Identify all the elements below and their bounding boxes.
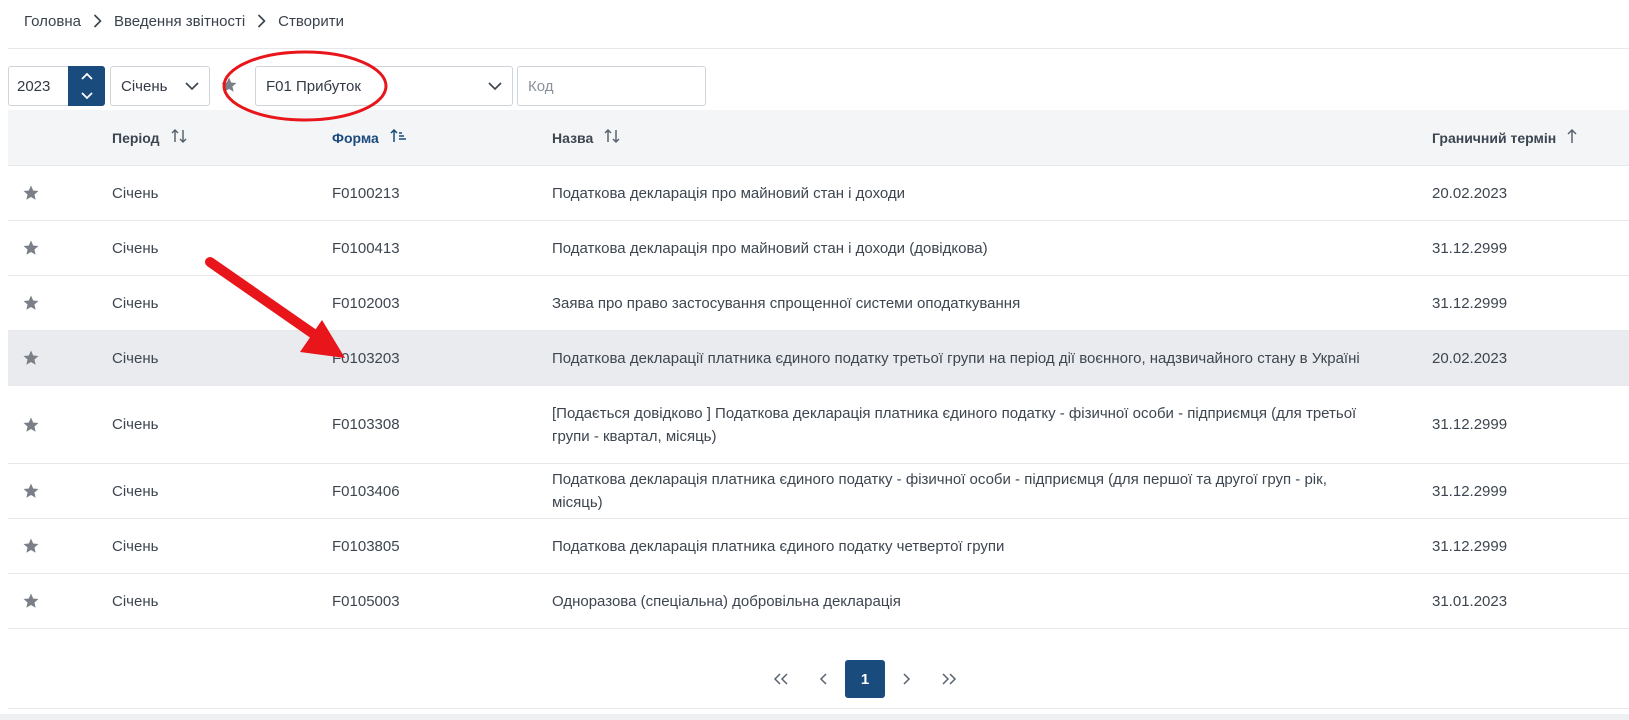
column-header-deadline[interactable]: Граничний термін [1432,110,1578,165]
divider [8,708,1629,709]
star-icon[interactable] [22,519,40,573]
month-value: Січень [121,77,168,95]
star-icon[interactable] [22,331,40,385]
cell-deadline: 31.01.2023 [1432,592,1508,610]
form-value: F01 Прибуток [266,77,361,95]
cell-form[interactable]: F0105003 [332,574,400,628]
cell-deadline: 31.12.2999 [1432,482,1508,500]
cell-name[interactable]: Податкова декларації платника єдиного по… [552,331,1372,385]
table-row[interactable]: Січень F0103308 [Подається довідково ] П… [8,386,1629,464]
cell-period: Січень [112,294,159,312]
double-chevron-right-icon[interactable] [929,660,969,698]
table-row[interactable]: Січень F0100413 Податкова декларація про… [8,221,1629,276]
column-label: Назва [552,129,594,146]
cell-form[interactable]: F0103805 [332,519,400,573]
chevron-down-icon [185,78,199,95]
chevron-down-icon[interactable] [80,87,93,105]
chevron-down-icon [488,78,502,95]
column-label: Граничний термін [1432,129,1557,146]
code-input[interactable] [517,66,706,106]
cell-name[interactable]: Податкова декларація про майновий стан і… [552,166,1372,220]
table-row[interactable]: Січень F0103805 Податкова декларація пла… [8,519,1629,574]
cell-name[interactable]: Заява про право застосування спрощенної … [552,276,1372,330]
cell-deadline: 31.12.2999 [1432,537,1508,555]
table-header: Період Форма Назва Граничний термін [8,110,1629,166]
year-stepper[interactable] [68,66,105,106]
forms-table: Період Форма Назва Граничний термін Січе… [8,110,1629,629]
cell-name[interactable]: Податкова декларація про майновий стан і… [552,221,1372,275]
chevron-left-icon[interactable] [803,660,843,698]
cell-period: Січень [112,239,159,257]
column-header-period[interactable]: Період [112,110,188,165]
column-header-form[interactable]: Форма [332,110,407,165]
cell-deadline: 20.02.2023 [1432,349,1508,367]
star-icon[interactable] [22,574,40,628]
cell-period: Січень [112,592,159,610]
cell-name[interactable]: Податкова декларація платника єдиного по… [552,464,1372,518]
column-label: Форма [332,129,379,146]
cell-name[interactable]: Одноразова (спеціальна) добровільна декл… [552,574,1372,628]
cell-form[interactable]: F0100213 [332,166,400,220]
chevron-right-icon [257,14,266,28]
arrow-up-icon[interactable] [1566,127,1578,148]
sort-asc-icon[interactable] [389,127,407,148]
column-header-name[interactable]: Назва [552,110,621,165]
page-button-current[interactable]: 1 [845,660,885,698]
star-icon[interactable] [22,166,40,220]
chevron-up-icon[interactable] [80,67,93,85]
breadcrumb-home[interactable]: Головна [24,13,81,30]
star-icon[interactable] [22,276,40,330]
cell-form[interactable]: F0100413 [332,221,400,275]
cell-deadline: 31.12.2999 [1432,294,1508,312]
cell-name[interactable]: [Подається довідково ] Податкова деклара… [552,386,1372,463]
star-icon[interactable] [220,76,238,99]
breadcrumb-reporting[interactable]: Введення звітності [114,13,245,30]
cell-period: Січень [112,416,159,433]
pagination: 1 [760,660,970,698]
footer-bar [0,714,1629,720]
breadcrumb-create: Створити [278,12,344,30]
breadcrumb: Головна Введення звітності Створити [24,10,344,32]
cell-period: Січень [112,184,159,202]
star-icon[interactable] [22,386,40,463]
month-select[interactable]: Січень [110,66,210,106]
table-row[interactable]: Січень F0102003 Заява про право застосув… [8,276,1629,331]
cell-deadline: 31.12.2999 [1432,416,1508,433]
year-input[interactable]: 2023 [8,66,68,106]
table-row[interactable]: Січень F0100213 Податкова декларація про… [8,166,1629,221]
column-label: Період [112,129,160,146]
table-row[interactable]: Січень F0103406 Податкова декларація пла… [8,464,1629,519]
cell-form[interactable]: F0103308 [332,386,400,463]
table-row[interactable]: Січень F0105003 Одноразова (спеціальна) … [8,574,1629,629]
chevron-right-icon [93,14,102,28]
cell-form[interactable]: F0103406 [332,464,400,518]
table-row[interactable]: Січень F0103203 Податкова декларації пла… [8,331,1629,386]
cell-form[interactable]: F0102003 [332,276,400,330]
cell-deadline: 31.12.2999 [1432,239,1508,257]
sort-icon[interactable] [603,127,621,148]
cell-period: Січень [112,349,159,367]
star-icon[interactable] [22,464,40,518]
star-icon[interactable] [22,221,40,275]
cell-deadline: 20.02.2023 [1432,184,1508,202]
cell-name[interactable]: Податкова декларація платника єдиного по… [552,519,1372,573]
cell-period: Січень [112,482,159,500]
chevron-right-icon[interactable] [887,660,927,698]
form-select[interactable]: F01 Прибуток [255,66,513,106]
year-value: 2023 [17,77,51,95]
sort-icon[interactable] [170,127,188,148]
double-chevron-left-icon[interactable] [761,660,801,698]
divider [8,48,1629,49]
cell-period: Січень [112,537,159,555]
cell-form[interactable]: F0103203 [332,331,400,385]
